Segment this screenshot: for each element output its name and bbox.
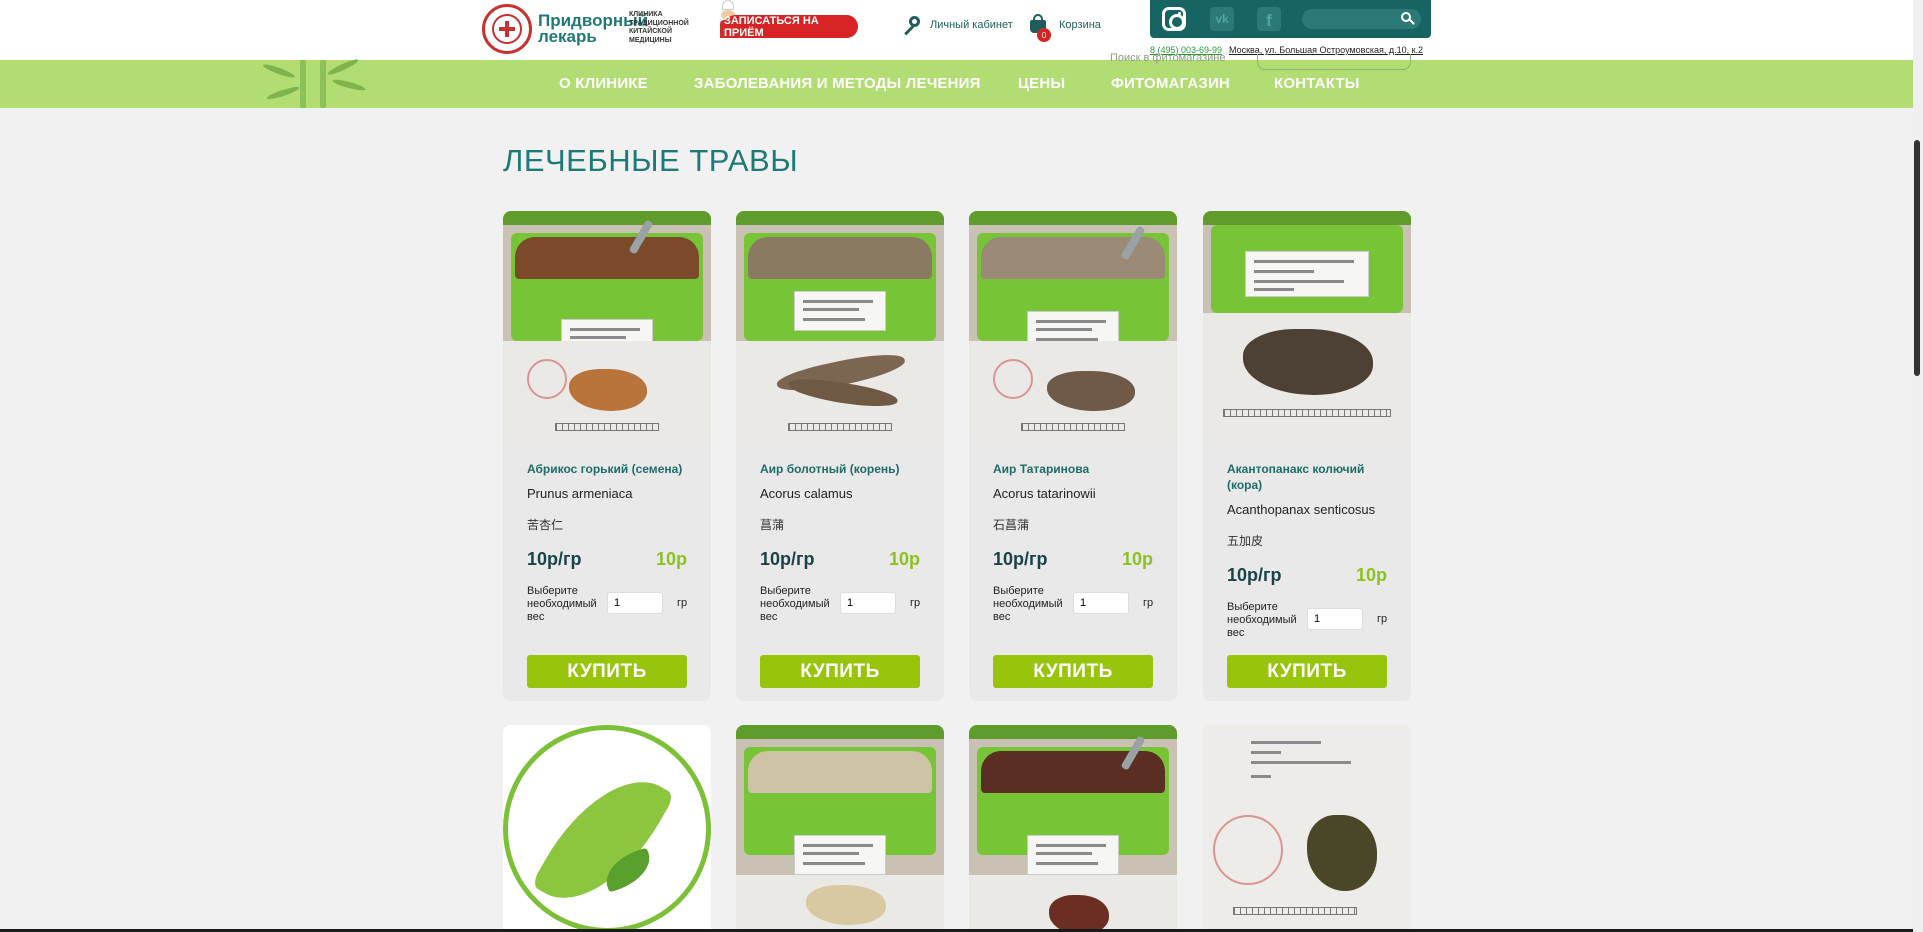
cart-link[interactable]: Корзина bbox=[1059, 19, 1101, 31]
placeholder-leaf-icon[interactable] bbox=[503, 725, 711, 932]
product-image[interactable] bbox=[1203, 725, 1411, 932]
product-name[interactable]: Абрикос горький (семена) bbox=[527, 461, 692, 477]
search-icon[interactable] bbox=[1401, 12, 1415, 26]
brand-subtitle: КЛИНИКА ТРАДИЦИОННОЙ КИТАЙСКОЙ МЕДИЦИНЫ bbox=[629, 11, 689, 44]
price-per-gram: 10р/гр bbox=[1227, 565, 1282, 585]
weight-unit: гр bbox=[910, 597, 921, 609]
instagram-icon[interactable] bbox=[1162, 7, 1186, 31]
weight-label: Выберите необходимый вес bbox=[993, 585, 1063, 623]
product-card: Аир Татаринова Acorus tatarinowii 石菖蒲 10… bbox=[969, 211, 1177, 701]
product-name[interactable]: Акантопанакс колючий (кора) bbox=[1227, 461, 1392, 493]
nav-item-about[interactable]: О КЛИНИКЕ bbox=[559, 75, 648, 92]
brand-name[interactable]: Придворный лекарь bbox=[538, 12, 648, 45]
price-per-gram: 10р/гр bbox=[993, 549, 1048, 569]
product-latin-name: Acanthopanax senticosus bbox=[1227, 502, 1376, 517]
price-total: 10р bbox=[655, 549, 687, 569]
price-per-gram: 10р/гр bbox=[527, 549, 582, 569]
product-card bbox=[503, 725, 711, 932]
nav-item-diseases[interactable]: ЗАБОЛЕВАНИЯ И МЕТОДЫ ЛЕЧЕНИЯ bbox=[694, 75, 981, 92]
product-name[interactable]: Аир болотный (корень) bbox=[760, 461, 925, 477]
nav-item-contacts[interactable]: КОНТАКТЫ bbox=[1274, 75, 1360, 92]
buy-button[interactable]: КУПИТЬ bbox=[1227, 655, 1387, 688]
product-card: Аир болотный (корень) Acorus calamus 菖蒲 … bbox=[736, 211, 944, 701]
product-name[interactable]: Аир Татаринова bbox=[993, 461, 1158, 477]
buy-button[interactable]: КУПИТЬ bbox=[993, 655, 1153, 688]
product-card bbox=[969, 725, 1177, 932]
ghost-search-field bbox=[1257, 54, 1411, 70]
cabinet-link[interactable]: Личный кабинет bbox=[930, 19, 1013, 31]
product-latin-name: Prunus armeniaca bbox=[527, 486, 633, 501]
appointment-button[interactable]: ЗАПИСАТЬСЯ НА ПРИЁМ bbox=[724, 15, 858, 39]
weight-label: Выберите необходимый вес bbox=[760, 585, 830, 623]
product-image[interactable] bbox=[736, 211, 944, 438]
product-card: Абрикос горький (семена) Prunus armeniac… bbox=[503, 211, 711, 701]
product-latin-name: Acorus tatarinowii bbox=[993, 486, 1096, 501]
buy-button[interactable]: КУПИТЬ bbox=[527, 655, 687, 688]
weight-label: Выберите необходимый вес bbox=[1227, 601, 1297, 639]
product-chinese-name: 苦杏仁 bbox=[527, 518, 564, 532]
product-latin-name: Acorus calamus bbox=[760, 486, 853, 501]
product-image[interactable] bbox=[503, 211, 711, 438]
product-card bbox=[1203, 725, 1411, 932]
product-chinese-name: 石菖蒲 bbox=[993, 518, 1030, 532]
nav-item-prices[interactable]: ЦЕНЫ bbox=[1018, 75, 1065, 92]
key-icon[interactable] bbox=[901, 16, 921, 36]
product-image[interactable] bbox=[969, 725, 1177, 932]
price-total: 10р bbox=[1121, 549, 1153, 569]
price-total: 10р bbox=[1355, 565, 1387, 585]
product-card bbox=[736, 725, 944, 932]
facebook-icon[interactable]: f bbox=[1257, 7, 1281, 31]
product-card: Акантопанакс колючий (кора) Acanthopanax… bbox=[1203, 211, 1411, 701]
product-image[interactable] bbox=[1203, 211, 1411, 438]
weight-unit: гр bbox=[677, 597, 688, 609]
weight-unit: гр bbox=[1143, 597, 1154, 609]
ghost-search-label: Поиск в фитомагазине bbox=[1110, 52, 1226, 64]
product-chinese-name: 五加皮 bbox=[1227, 534, 1264, 548]
weight-label: Выберите необходимый вес bbox=[527, 585, 597, 623]
product-image[interactable] bbox=[969, 211, 1177, 438]
clinic-logo-icon[interactable] bbox=[482, 4, 532, 54]
weight-input[interactable] bbox=[607, 592, 663, 614]
weight-input[interactable] bbox=[1307, 608, 1363, 630]
product-chinese-name: 菖蒲 bbox=[760, 518, 785, 532]
product-image[interactable] bbox=[736, 725, 944, 932]
nav-item-phytoshop[interactable]: ФИТОМАГАЗИН bbox=[1111, 75, 1230, 92]
bamboo-decoration bbox=[261, 57, 402, 108]
weight-input[interactable] bbox=[840, 592, 896, 614]
price-total: 10р bbox=[888, 549, 920, 569]
buy-button[interactable]: КУПИТЬ bbox=[760, 655, 920, 688]
weight-input[interactable] bbox=[1073, 592, 1129, 614]
scrollbar-thumb[interactable] bbox=[1914, 140, 1920, 376]
weight-unit: гр bbox=[1377, 613, 1388, 625]
vk-icon[interactable]: vk bbox=[1210, 7, 1234, 31]
cart-count-badge: 0 bbox=[1037, 28, 1051, 42]
page-title: ЛЕЧЕБНЫЕ ТРАВЫ bbox=[503, 143, 799, 178]
price-per-gram: 10р/гр bbox=[760, 549, 815, 569]
